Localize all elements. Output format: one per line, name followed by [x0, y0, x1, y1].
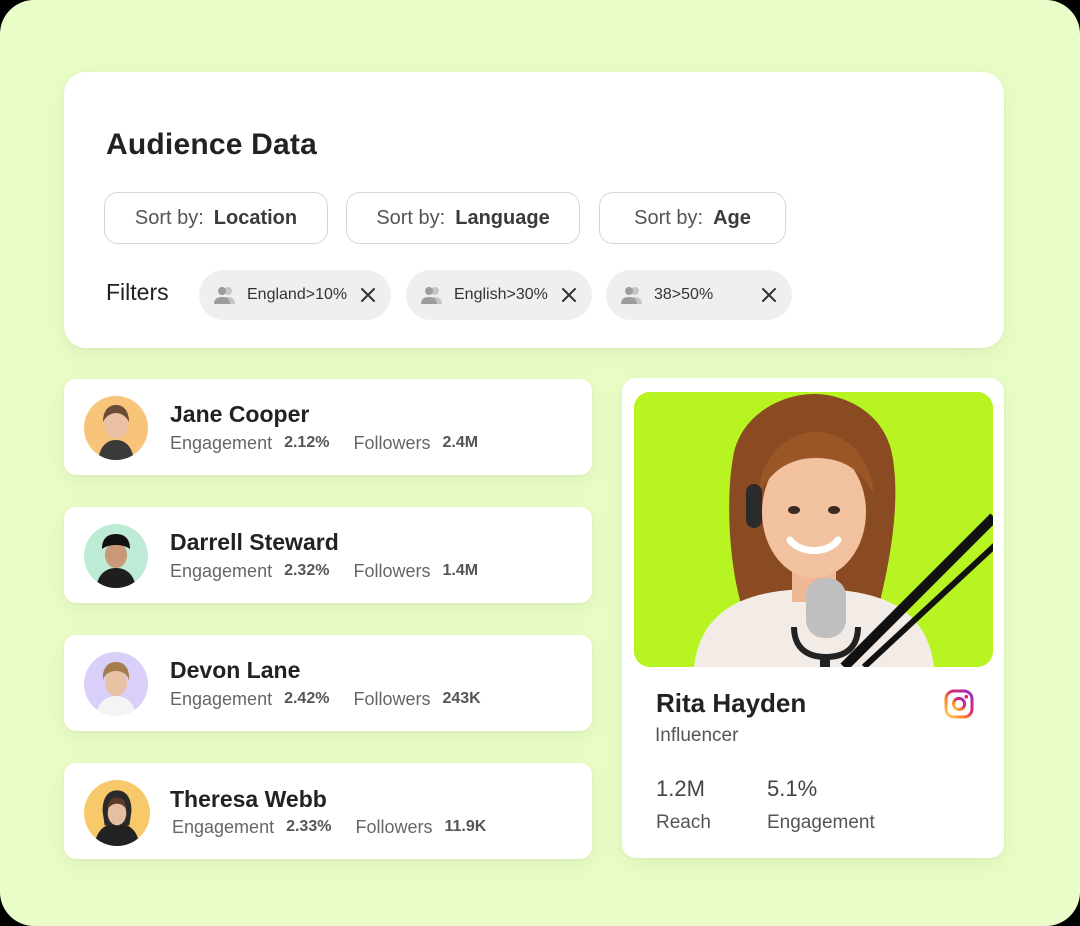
reach-value: 1.2M	[656, 776, 705, 801]
filter-chip-age: 38>50%	[606, 270, 792, 320]
influencer-stats: Engagement 2.33% Followers 11.9K	[172, 817, 486, 838]
followers-label: Followers	[353, 433, 431, 453]
engagement-label: Engagement	[170, 561, 273, 581]
sort-value: Language	[455, 206, 550, 229]
influencer-stats: Engagement 2.12% Followers 2.4M	[170, 433, 478, 454]
sort-prefix: Sort by:	[634, 206, 704, 229]
close-icon[interactable]	[760, 286, 778, 304]
sort-prefix: Sort by:	[134, 206, 204, 229]
followers-value: 11.9K	[444, 818, 487, 835]
engagement-label: Engagement	[767, 812, 875, 833]
profile-photo	[634, 392, 993, 667]
engagement-label: Engagement	[170, 433, 273, 453]
influencer-stats: Engagement 2.42% Followers 243K	[170, 689, 481, 710]
influencer-card-devon-lane[interactable]: Devon Lane Engagement 2.42% Followers 24…	[64, 635, 592, 731]
influencer-name: Jane Cooper	[170, 401, 310, 427]
followers-value: 243K	[442, 690, 481, 707]
filter-chip-label: English>30%	[454, 286, 548, 303]
people-icon	[621, 287, 642, 304]
close-icon[interactable]	[560, 286, 578, 304]
followers-value: 1.4M	[442, 562, 479, 579]
sort-by-age-button[interactable]: Sort by: Age	[599, 192, 786, 244]
close-icon[interactable]	[359, 286, 377, 304]
followers-value: 2.4M	[442, 434, 479, 451]
filter-chip-england: England>10%	[199, 270, 391, 320]
instagram-icon[interactable]	[944, 689, 974, 719]
sort-by-location-button[interactable]: Sort by: Location	[104, 192, 328, 244]
influencer-name: Theresa Webb	[170, 786, 327, 812]
influencer-profile-card[interactable]: Rita Hayden Influencer 1.2M Reach 5.1% E…	[622, 378, 1004, 858]
engagement-value: 2.12%	[284, 434, 330, 451]
profile-role: Influencer	[655, 725, 739, 746]
engagement-label: Engagement	[170, 689, 273, 709]
engagement-label: Engagement	[172, 817, 275, 837]
audience-data-card: Audience Data Sort by: Location Sort by:…	[64, 72, 1004, 348]
filter-chip-english: English>30%	[406, 270, 592, 320]
influencer-card-darrell-steward[interactable]: Darrell Steward Engagement 2.32% Followe…	[64, 507, 592, 603]
engagement-value: 5.1%	[767, 776, 818, 801]
sort-prefix: Sort by:	[376, 206, 446, 229]
influencer-card-jane-cooper[interactable]: Jane Cooper Engagement 2.12% Followers 2…	[64, 379, 592, 475]
sort-value: Age	[713, 206, 751, 229]
avatar	[84, 524, 148, 588]
reach-label: Reach	[656, 812, 711, 833]
engagement-value: 2.32%	[284, 562, 330, 579]
profile-name: Rita Hayden	[656, 688, 807, 718]
filters-label: Filters	[106, 279, 169, 305]
audience-title: Audience Data	[106, 128, 317, 161]
influencer-stats: Engagement 2.32% Followers 1.4M	[170, 561, 478, 582]
engagement-value: 2.42%	[284, 690, 330, 707]
sort-by-language-button[interactable]: Sort by: Language	[346, 192, 580, 244]
filter-chip-label: England>10%	[247, 286, 348, 303]
avatar	[84, 780, 150, 846]
followers-label: Followers	[353, 561, 431, 581]
followers-label: Followers	[353, 689, 431, 709]
influencer-name: Devon Lane	[170, 657, 301, 683]
avatar	[84, 652, 148, 716]
influencer-card-theresa-webb[interactable]: Theresa Webb Engagement 2.33% Followers …	[64, 763, 592, 859]
followers-label: Followers	[355, 817, 433, 837]
filter-chip-label: 38>50%	[654, 286, 714, 303]
page-background: Audience Data Sort by: Location Sort by:…	[0, 0, 1080, 926]
influencer-name: Darrell Steward	[170, 529, 339, 555]
people-icon	[214, 287, 235, 304]
people-icon	[421, 287, 442, 304]
avatar	[84, 396, 148, 460]
sort-value: Location	[213, 206, 298, 229]
engagement-value: 2.33%	[286, 818, 332, 835]
